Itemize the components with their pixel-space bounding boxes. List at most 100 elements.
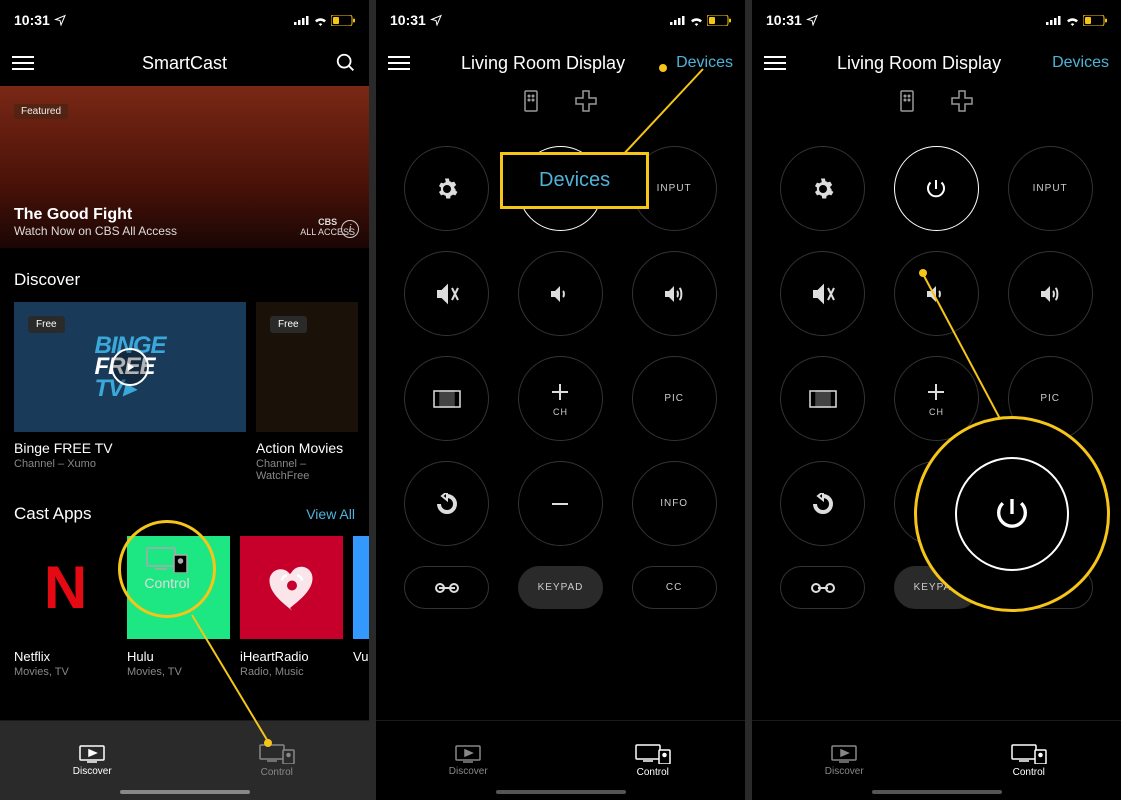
location-icon <box>54 14 66 26</box>
remote-grid: INPUT CH PIC INFO KEYPAD CC <box>376 146 745 609</box>
wifi-icon <box>689 15 704 26</box>
discover-heading: Discover <box>0 248 369 302</box>
mute-icon <box>435 282 459 306</box>
tab-discover[interactable]: Discover <box>0 721 185 800</box>
screen-3-remote-power: 10:31 Living Room Display Devices INPUT … <box>752 0 1121 800</box>
info-button[interactable]: INFO <box>1008 461 1093 546</box>
device-title: Living Room Display <box>461 53 625 74</box>
dpad-tab-icon[interactable] <box>575 90 597 116</box>
tab-label: Control <box>261 767 293 778</box>
minus-icon <box>549 493 571 515</box>
remote-tab-icon[interactable] <box>524 90 538 116</box>
keypad-button[interactable]: KEYPAD <box>894 566 979 609</box>
volume-up-button[interactable] <box>632 251 717 336</box>
plus-icon <box>549 381 571 403</box>
tab-label: Control <box>1013 767 1045 778</box>
app-card-iheart[interactable]: iHeartRadio Radio, Music <box>240 536 343 678</box>
search-button[interactable] <box>335 52 357 74</box>
tab-control[interactable]: Control <box>561 721 746 800</box>
volume-down-button[interactable] <box>894 251 979 336</box>
aspect-button[interactable] <box>780 356 865 441</box>
link-button[interactable] <box>780 566 865 609</box>
volume-up-button[interactable] <box>1008 251 1093 336</box>
app-card-vudu[interactable]: Vu <box>353 536 369 678</box>
channel-card[interactable]: Free BINGEFREETV▸ Binge FREE TV Channel … <box>14 302 246 482</box>
cc-button[interactable]: CC <box>1008 566 1093 609</box>
channel-card[interactable]: Free Action Movies Channel – WatchFree <box>256 302 358 482</box>
link-button[interactable] <box>404 566 489 609</box>
app-sub: Movies, TV <box>127 666 230 678</box>
dpad-tab-icon[interactable] <box>951 90 973 116</box>
back-button[interactable] <box>780 461 865 546</box>
back-button[interactable] <box>404 461 489 546</box>
devices-link[interactable]: Devices <box>1052 54 1109 72</box>
devices-link[interactable]: Devices <box>676 54 733 72</box>
channel-up-button[interactable]: CH <box>894 356 979 441</box>
netflix-logo: N <box>14 536 117 639</box>
app-name: Hulu <box>127 649 230 664</box>
menu-button[interactable] <box>12 56 34 70</box>
settings-button[interactable] <box>780 146 865 231</box>
minus-icon <box>925 493 947 515</box>
cell-signal-icon <box>294 15 310 25</box>
wifi-icon <box>1065 15 1080 26</box>
info-icon[interactable]: i <box>341 220 359 238</box>
hulu-logo <box>127 536 230 639</box>
cc-button[interactable]: CC <box>632 566 717 609</box>
mute-button[interactable] <box>780 251 865 336</box>
battery-icon <box>707 15 731 26</box>
status-bar: 10:31 <box>752 0 1121 40</box>
power-icon <box>548 177 572 201</box>
gear-icon <box>435 177 459 201</box>
aspect-icon <box>809 390 837 408</box>
pic-button[interactable]: PIC <box>632 356 717 441</box>
tab-control[interactable]: Control <box>937 721 1121 800</box>
control-icon <box>259 744 295 764</box>
home-indicator[interactable] <box>120 790 250 794</box>
play-icon <box>111 348 149 386</box>
tab-label: Discover <box>449 766 488 777</box>
battery-icon <box>1083 15 1107 26</box>
mute-button[interactable] <box>404 251 489 336</box>
app-bar: Living Room Display Devices <box>376 40 745 86</box>
featured-hero[interactable]: Featured The Good Fight Watch Now on CBS… <box>0 86 369 248</box>
channel-up-button[interactable]: CH <box>518 356 603 441</box>
power-button[interactable] <box>894 146 979 231</box>
app-card-netflix[interactable]: N Netflix Movies, TV <box>14 536 117 678</box>
channel-down-button[interactable] <box>894 461 979 546</box>
back-icon <box>436 493 458 515</box>
location-icon <box>806 14 818 26</box>
bottom-tab-bar: Discover Control <box>752 720 1121 800</box>
home-indicator[interactable] <box>496 790 626 794</box>
discover-icon <box>455 745 481 763</box>
pic-button[interactable]: PIC <box>1008 356 1093 441</box>
info-button[interactable]: INFO <box>632 461 717 546</box>
aspect-button[interactable] <box>404 356 489 441</box>
plus-icon <box>925 381 947 403</box>
view-all-link[interactable]: View All <box>306 506 355 522</box>
keypad-button[interactable]: KEYPAD <box>518 566 603 609</box>
menu-button[interactable] <box>764 56 786 70</box>
input-button[interactable]: INPUT <box>1008 146 1093 231</box>
remote-grid: INPUT CH PIC INFO KEYPAD CC <box>752 146 1121 609</box>
volume-down-button[interactable] <box>518 251 603 336</box>
app-name: Netflix <box>14 649 117 664</box>
clock: 10:31 <box>14 12 50 28</box>
settings-button[interactable] <box>404 146 489 231</box>
power-button[interactable] <box>518 146 603 231</box>
tab-discover[interactable]: Discover <box>376 721 561 800</box>
channel-down-button[interactable] <box>518 461 603 546</box>
control-icon <box>635 744 671 764</box>
channel-sub: Channel – WatchFree <box>256 458 358 482</box>
menu-button[interactable] <box>388 56 410 70</box>
input-button[interactable]: INPUT <box>632 146 717 231</box>
power-icon <box>924 177 948 201</box>
home-indicator[interactable] <box>872 790 1002 794</box>
tab-control[interactable]: Control <box>185 721 370 800</box>
app-bar: SmartCast <box>0 40 369 86</box>
tab-discover[interactable]: Discover <box>752 721 937 800</box>
tab-label: Discover <box>73 766 112 777</box>
remote-tab-icon[interactable] <box>900 90 914 116</box>
tab-label: Control <box>637 767 669 778</box>
app-card-hulu[interactable]: Hulu Movies, TV <box>127 536 230 678</box>
